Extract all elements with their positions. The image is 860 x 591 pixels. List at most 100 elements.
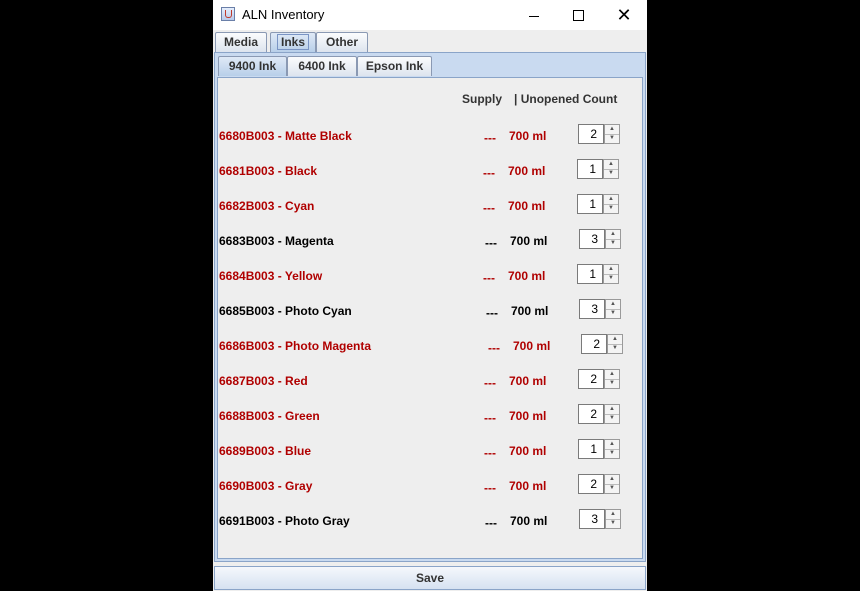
ink-volume: 700 ml	[510, 514, 548, 528]
spinner-buttons: ▲ ▼	[603, 264, 619, 284]
tab-label: 9400 Ink	[228, 59, 277, 73]
maximize-button[interactable]	[555, 0, 601, 30]
tab-label: 6400 Ink	[298, 59, 346, 73]
ink-name: 6681B003 - Black	[219, 164, 318, 178]
ink-volume: 700 ml	[509, 129, 547, 143]
tab-inks[interactable]: Inks	[270, 32, 316, 52]
ink-supply: ---	[483, 201, 495, 215]
count-value[interactable]: 2	[578, 404, 604, 424]
spinner-buttons: ▲ ▼	[604, 404, 620, 424]
count-value[interactable]: 3	[579, 229, 605, 249]
spinner-buttons: ▲ ▼	[604, 439, 620, 459]
unopened-count-spinner[interactable]: 2 ▲ ▼	[578, 124, 620, 144]
tab-label: Inks	[276, 34, 309, 50]
spin-down-arrow-icon[interactable]: ▼	[605, 484, 619, 493]
count-value[interactable]: 3	[579, 509, 605, 529]
spin-down-arrow-icon[interactable]: ▼	[605, 414, 619, 423]
spin-down-arrow-icon[interactable]: ▼	[606, 239, 620, 248]
ink-supply: ---	[484, 376, 496, 390]
ink-supply: ---	[483, 166, 495, 180]
unopened-count-header: | Unopened Count	[514, 92, 618, 106]
ink-row: 6691B003 - Photo Gray --- 700 ml 3 ▲ ▼	[218, 509, 642, 533]
spin-down-arrow-icon[interactable]: ▼	[608, 344, 622, 353]
window-content: Media Inks Other 9400 Ink 6400 Ink Epson…	[213, 30, 647, 591]
ink-row: 6690B003 - Gray --- 700 ml 2 ▲ ▼	[218, 474, 642, 498]
ink-row: 6686B003 - Photo Magenta --- 700 ml 2 ▲ ▼	[218, 334, 642, 358]
ink-supply: ---	[484, 411, 496, 425]
count-value[interactable]: 2	[578, 124, 604, 144]
unopened-count-spinner[interactable]: 3 ▲ ▼	[579, 299, 621, 319]
ink-volume: 700 ml	[509, 374, 547, 388]
ink-supply: ---	[484, 131, 496, 145]
count-value[interactable]: 1	[577, 264, 603, 284]
ink-supply: ---	[484, 446, 496, 460]
spinner-buttons: ▲ ▼	[605, 229, 621, 249]
unopened-count-spinner[interactable]: 1 ▲ ▼	[577, 264, 619, 284]
unopened-count-spinner[interactable]: 1 ▲ ▼	[577, 159, 619, 179]
unopened-count-spinner[interactable]: 2 ▲ ▼	[578, 474, 620, 494]
spinner-buttons: ▲ ▼	[605, 509, 621, 529]
save-button[interactable]: Save	[214, 566, 646, 590]
ink-name: 6690B003 - Gray	[219, 479, 313, 493]
ink-volume: 700 ml	[513, 339, 551, 353]
count-value[interactable]: 1	[578, 439, 604, 459]
ink-row: 6682B003 - Cyan --- 700 ml 1 ▲ ▼	[218, 194, 642, 218]
spinner-buttons: ▲ ▼	[604, 124, 620, 144]
ink-name: 6680B003 - Matte Black	[219, 129, 352, 143]
tab-label: Other	[325, 35, 358, 49]
ink-volume: 700 ml	[508, 199, 546, 213]
count-value[interactable]: 2	[578, 474, 604, 494]
spin-down-arrow-icon[interactable]: ▼	[606, 309, 620, 318]
spin-down-arrow-icon[interactable]: ▼	[604, 274, 618, 283]
spinner-buttons: ▲ ▼	[603, 194, 619, 214]
spin-down-arrow-icon[interactable]: ▼	[604, 169, 618, 178]
unopened-count-spinner[interactable]: 2 ▲ ▼	[578, 404, 620, 424]
spinner-buttons: ▲ ▼	[604, 474, 620, 494]
spinner-buttons: ▲ ▼	[605, 299, 621, 319]
tab-epson-ink[interactable]: Epson Ink	[357, 56, 432, 76]
minimize-icon	[529, 15, 539, 17]
ink-row: 6680B003 - Matte Black --- 700 ml 2 ▲ ▼	[218, 124, 642, 148]
ink-name: 6686B003 - Photo Magenta	[219, 339, 372, 353]
tab-9400-ink[interactable]: 9400 Ink	[218, 56, 287, 76]
count-value[interactable]: 1	[577, 159, 603, 179]
unopened-count-spinner[interactable]: 1 ▲ ▼	[578, 439, 620, 459]
ink-name: 6691B003 - Photo Gray	[219, 514, 350, 528]
spin-down-arrow-icon[interactable]: ▼	[605, 134, 619, 143]
spin-down-arrow-icon[interactable]: ▼	[604, 204, 618, 213]
unopened-count-spinner[interactable]: 3 ▲ ▼	[579, 509, 621, 529]
spin-down-arrow-icon[interactable]: ▼	[605, 379, 619, 388]
title-bar[interactable]: ALN Inventory ✕	[213, 0, 647, 30]
spin-down-arrow-icon[interactable]: ▼	[606, 519, 620, 528]
tab-media[interactable]: Media	[215, 32, 267, 52]
spin-down-arrow-icon[interactable]: ▼	[605, 449, 619, 458]
count-value[interactable]: 3	[579, 299, 605, 319]
ink-row: 6684B003 - Yellow --- 700 ml 1 ▲ ▼	[218, 264, 642, 288]
spinner-buttons: ▲ ▼	[603, 159, 619, 179]
unopened-count-spinner[interactable]: 3 ▲ ▼	[579, 229, 621, 249]
ink-name: 6683B003 - Magenta	[219, 234, 334, 248]
ink-supply: ---	[484, 481, 496, 495]
spinner-buttons: ▲ ▼	[607, 334, 623, 354]
spinner-buttons: ▲ ▼	[604, 369, 620, 389]
ink-volume: 700 ml	[509, 444, 547, 458]
ink-row: 6688B003 - Green --- 700 ml 2 ▲ ▼	[218, 404, 642, 428]
ink-name: 6687B003 - Red	[219, 374, 308, 388]
ink-volume: 700 ml	[509, 409, 547, 423]
tab-6400-ink[interactable]: 6400 Ink	[287, 56, 357, 76]
ink-name: 6688B003 - Green	[219, 409, 320, 423]
tab-label: Media	[223, 35, 258, 49]
java-app-icon	[221, 7, 235, 21]
count-value[interactable]: 2	[578, 369, 604, 389]
ink-name: 6685B003 - Photo Cyan	[219, 304, 352, 318]
ink-row: 6687B003 - Red --- 700 ml 2 ▲ ▼	[218, 369, 642, 393]
unopened-count-spinner[interactable]: 2 ▲ ▼	[578, 369, 620, 389]
unopened-count-spinner[interactable]: 1 ▲ ▼	[577, 194, 619, 214]
count-value[interactable]: 1	[577, 194, 603, 214]
unopened-count-spinner[interactable]: 2 ▲ ▼	[581, 334, 623, 354]
minimize-button[interactable]	[511, 0, 557, 30]
supply-header: Supply	[462, 92, 503, 106]
count-value[interactable]: 2	[581, 334, 607, 354]
tab-other[interactable]: Other	[316, 32, 368, 52]
close-button[interactable]: ✕	[601, 0, 647, 30]
